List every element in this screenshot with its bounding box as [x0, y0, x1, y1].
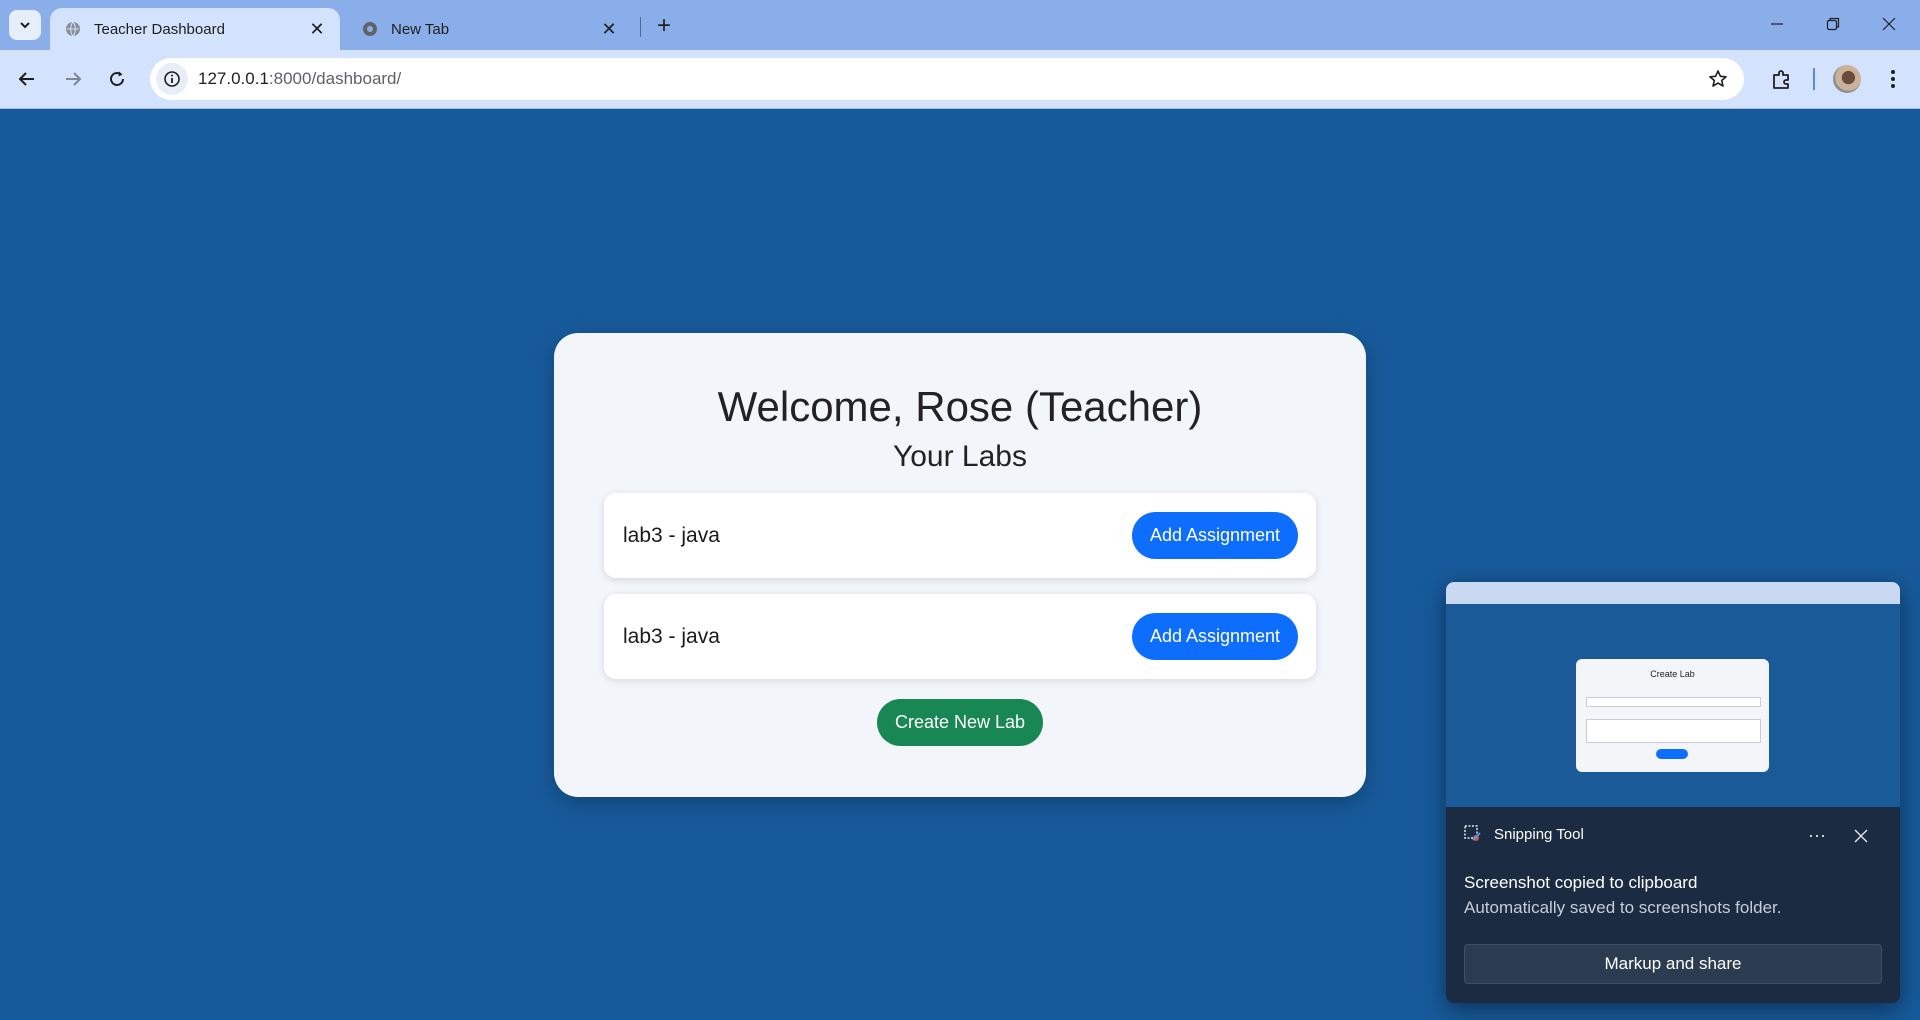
lab-item: lab3 - java Add Assignment — [604, 594, 1316, 679]
chrome-icon — [361, 20, 379, 38]
preview-card: Create Lab — [1576, 659, 1769, 772]
preview-browser-bar — [1446, 582, 1900, 604]
preview-button — [1656, 749, 1688, 759]
snipping-tool-icon — [1464, 825, 1481, 841]
toast-app-name: Snipping Tool — [1494, 825, 1584, 843]
toast-header: Snipping Tool — [1464, 825, 1584, 843]
close-tab-icon[interactable]: ✕ — [306, 18, 328, 40]
toast-body: Automatically saved to screenshots folde… — [1464, 898, 1782, 917]
close-icon — [1882, 17, 1896, 31]
preview-field — [1586, 719, 1761, 743]
close-tab-icon[interactable]: ✕ — [598, 18, 620, 40]
profile-avatar[interactable] — [1833, 65, 1861, 93]
lab-name: lab3 - java — [623, 625, 720, 648]
close-window-button[interactable] — [1864, 8, 1914, 40]
back-arrow-icon — [18, 72, 34, 86]
lab-name: lab3 - java — [623, 524, 720, 547]
tab-teacher-dashboard[interactable]: Teacher Dashboard ✕ — [50, 8, 340, 50]
site-info-icon[interactable] — [156, 63, 188, 95]
back-button[interactable] — [11, 63, 43, 95]
add-assignment-button[interactable]: Add Assignment — [1132, 512, 1298, 559]
create-new-lab-button[interactable]: Create New Lab — [877, 699, 1043, 746]
tab-new-tab[interactable]: New Tab ✕ — [347, 8, 632, 50]
welcome-heading: Welcome, Rose (Teacher) — [717, 383, 1203, 430]
extensions-button[interactable] — [1766, 63, 1798, 95]
bookmark-star-icon[interactable] — [1706, 67, 1730, 91]
restore-icon — [1826, 17, 1840, 31]
close-icon — [1854, 829, 1868, 843]
globe-icon — [64, 20, 82, 38]
more-vert-icon — [1891, 70, 1895, 88]
tab-strip: Teacher Dashboard ✕ New Tab ✕ + — [0, 0, 1920, 50]
puzzle-icon — [1773, 70, 1789, 89]
markup-and-share-button[interactable]: Markup and share — [1464, 944, 1882, 984]
minimize-button[interactable] — [1752, 8, 1802, 40]
toolbar-divider — [1813, 68, 1815, 90]
toast-more-button[interactable]: ··· — [1802, 824, 1832, 846]
browser-toolbar: 127.0.0.1:8000/dashboard/ — [0, 50, 1920, 109]
tab-search-button[interactable] — [9, 10, 41, 40]
forward-button[interactable] — [57, 63, 89, 95]
reload-button[interactable] — [101, 63, 133, 95]
url-path: :8000/dashboard/ — [268, 69, 402, 88]
dashboard-card: Welcome, Rose (Teacher) Your Labs lab3 -… — [554, 333, 1366, 797]
preview-card-title: Create Lab — [1650, 669, 1695, 679]
chevron-down-icon — [20, 22, 30, 29]
snipping-tool-notification[interactable]: Create Lab Snipping Tool ··· Screenshot … — [1446, 582, 1900, 1003]
menu-button[interactable] — [1877, 63, 1909, 95]
labs-heading: Your Labs — [892, 440, 1027, 473]
screenshot-preview[interactable]: Create Lab — [1446, 582, 1900, 807]
forward-arrow-icon — [66, 72, 82, 86]
reload-icon — [110, 71, 124, 86]
tab-title: Teacher Dashboard — [94, 20, 225, 38]
restore-button[interactable] — [1808, 8, 1858, 40]
address-bar[interactable]: 127.0.0.1:8000/dashboard/ — [150, 58, 1744, 100]
add-assignment-button[interactable]: Add Assignment — [1132, 613, 1298, 660]
preview-field — [1586, 697, 1761, 707]
new-tab-button[interactable]: + — [650, 12, 678, 40]
toast-title: Screenshot copied to clipboard — [1464, 873, 1698, 892]
lab-item: lab3 - java Add Assignment — [604, 493, 1316, 578]
url-host: 127.0.0.1 — [198, 69, 269, 88]
tab-title: New Tab — [391, 20, 450, 38]
tab-separator — [640, 17, 641, 37]
minimize-icon — [1771, 23, 1783, 25]
toast-close-button[interactable] — [1849, 824, 1873, 848]
url-text: 127.0.0.1:8000/dashboard/ — [198, 69, 401, 89]
